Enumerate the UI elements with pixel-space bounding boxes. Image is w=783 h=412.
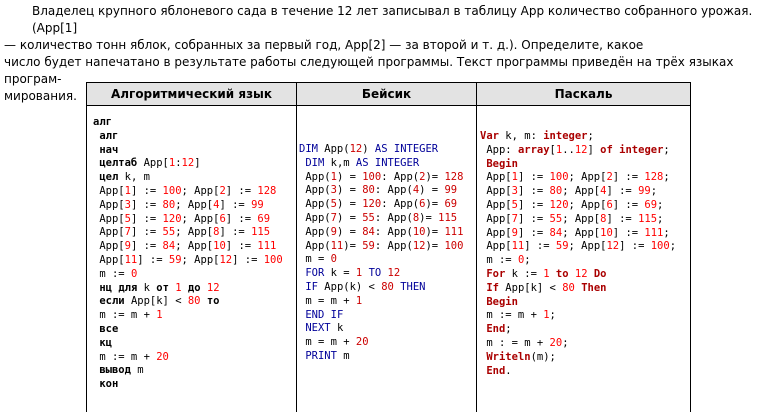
basic-line: App(5) = 120: App(6)= 69 [299,198,476,212]
pascal-line: End. [480,365,690,379]
basic-line: App(9) = 84: App(10)= 111 [299,226,476,240]
header-basic: Бейсик [297,83,477,106]
basic-line: m = 0 [299,253,476,267]
algorithmic-line: алг [93,116,296,130]
basic-line: App(7) = 55: App(8)= 115 [299,212,476,226]
algorithmic-line: кц [93,337,296,351]
algorithmic-line: m := m + 20 [93,351,296,365]
algorithmic-line: App[5] := 120; App[6] := 69 [93,213,296,227]
algorithmic-line: App[11] := 59; App[12] := 100 [93,254,296,268]
basic-line: m = m + 20 [299,336,476,350]
algorithmic-cell: алг алг нач целтаб App[1:12] цел k, m Ap… [87,106,297,412]
pascal-line: Var k, m: integer; [480,130,690,144]
pascal-line: m : = m + 20; [480,337,690,351]
pascal-line: Begin [480,158,690,172]
pascal-line: If App[k] < 80 Then [480,282,690,296]
algorithmic-line: App[7] := 55; App[8] := 115 [93,226,296,240]
pascal-line: For k := 1 to 12 Do [480,268,690,282]
algorithmic-line: все [93,323,296,337]
table-header-row: Алгоритмический язык Бейсик Паскаль [87,83,691,106]
algorithmic-line: вывод m [93,364,296,378]
basic-code: DIM App(12) AS INTEGER DIM k,m AS INTEGE… [297,106,476,364]
pascal-cell: Var k, m: integer; App: array[1..12] of … [477,106,691,412]
intro-line-1: Владелец крупного яблоневого сада в тече… [4,3,779,37]
pascal-line: App: array[1..12] of integer; [480,144,690,158]
basic-line: IF App(k) < 80 THEN [299,281,476,295]
basic-line: DIM App(12) AS INTEGER [299,143,476,157]
pascal-line: m := m + 1; [480,309,690,323]
basic-line: END IF [299,309,476,323]
basic-line: App(3) = 80: App(4) = 99 [299,184,476,198]
basic-line: m = m + 1 [299,295,476,309]
pascal-line: Begin [480,296,690,310]
algorithmic-line: App[9] := 84; App[10] := 111 [93,240,296,254]
algorithmic-line: App[1] := 100; App[2] := 128 [93,185,296,199]
algorithmic-line: нач [93,144,296,158]
pascal-line: App[3] := 80; App[4] := 99; [480,185,690,199]
pascal-line: App[9] := 84; App[10] := 111; [480,227,690,241]
algorithmic-line: App[3] := 80; App[4] := 99 [93,199,296,213]
pascal-code: Var k, m: integer; App: array[1..12] of … [477,106,690,378]
algorithmic-line: алг [93,130,296,144]
table-code-row: алг алг нач целтаб App[1:12] цел k, m Ap… [87,106,691,412]
basic-line: App(1) = 100: App(2)= 128 [299,171,476,185]
algorithmic-line: кон [93,378,296,392]
header-algorithmic: Алгоритмический язык [87,83,297,106]
pascal-line: End; [480,323,690,337]
basic-line: PRINT m [299,350,476,364]
intro-line-2: — количество тонн яблок, собранных за пе… [4,37,779,54]
algorithmic-line: нц для k от 1 до 12 [93,282,296,296]
pascal-line: App[11] := 59; App[12] := 100; [480,240,690,254]
basic-cell: DIM App(12) AS INTEGER DIM k,m AS INTEGE… [297,106,477,412]
pascal-line: App[7] := 55; App[8] := 115; [480,213,690,227]
algorithmic-line: m := m + 1 [93,309,296,323]
pascal-line: App[5] := 120; App[6] := 69; [480,199,690,213]
algorithmic-line: цел k, m [93,171,296,185]
header-pascal: Паскаль [477,83,691,106]
algorithmic-line: m := 0 [93,268,296,282]
basic-line: FOR k = 1 TO 12 [299,267,476,281]
algorithmic-line: целтаб App[1:12] [93,157,296,171]
basic-line: NEXT k [299,322,476,336]
program-table: Алгоритмический язык Бейсик Паскаль алг … [86,82,691,412]
pascal-line: m := 0; [480,254,690,268]
algorithmic-line: если App[k] < 80 то [93,295,296,309]
algorithmic-code: алг алг нач целтаб App[1:12] цел k, m Ap… [87,106,296,392]
pascal-line: Writeln(m); [480,351,690,365]
basic-line: DIM k,m AS INTEGER [299,157,476,171]
basic-line: App(11)= 59: App(12)= 100 [299,240,476,254]
pascal-line: App[1] := 100; App[2] := 128; [480,171,690,185]
